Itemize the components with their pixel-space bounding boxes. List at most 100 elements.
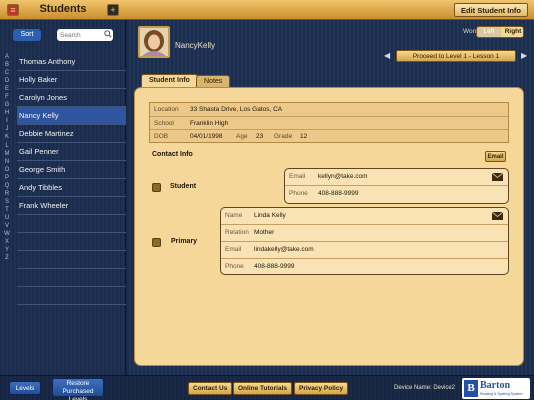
contact-info-title: Contact Info bbox=[152, 151, 193, 158]
school-value: Franklin High bbox=[190, 119, 229, 127]
alphabet-letter[interactable]: L bbox=[2, 142, 12, 150]
grade-label: Grade bbox=[274, 133, 293, 140]
student-contact-box: Email kellyn@take.com Phone 408-888-9999 bbox=[284, 168, 509, 204]
student-list-item[interactable]: Carolyn Jones bbox=[17, 89, 126, 107]
alphabet-letter[interactable]: G bbox=[2, 101, 12, 109]
grade-value: 12 bbox=[300, 133, 308, 140]
hand-toggle[interactable]: Left Right bbox=[476, 26, 524, 38]
school-label: School bbox=[154, 119, 174, 127]
alphabet-letter[interactable]: V bbox=[2, 222, 12, 230]
primary-relation-label: Relation bbox=[225, 229, 249, 236]
alphabet-letter[interactable]: B bbox=[2, 61, 12, 69]
alphabet-letter[interactable]: T bbox=[2, 206, 12, 214]
empty-list-row bbox=[17, 251, 126, 269]
empty-list-row bbox=[17, 287, 126, 305]
alphabet-letter[interactable]: A bbox=[2, 53, 12, 61]
student-list-item[interactable]: Thomas Anthony bbox=[17, 53, 126, 71]
hand-left-option[interactable]: Left bbox=[477, 27, 501, 37]
restore-line-2: Purchased Levels bbox=[62, 388, 94, 400]
device-name: Device Name: Device2 bbox=[394, 385, 456, 391]
location-label: Location bbox=[154, 106, 179, 113]
add-student-icon[interactable]: + bbox=[107, 4, 119, 16]
dob-value: 04/01/1998 bbox=[190, 133, 223, 140]
envelope-icon[interactable] bbox=[492, 212, 503, 220]
alphabet-letter[interactable]: N bbox=[2, 158, 12, 166]
alphabet-letter[interactable]: Q bbox=[2, 182, 12, 190]
alphabet-letter[interactable]: P bbox=[2, 174, 12, 182]
primary-contact-label: Primary bbox=[171, 238, 198, 245]
student-details: Location 33 Shasta Drive, Los Gatos, CA … bbox=[149, 102, 509, 143]
main-panel: NancyKelly Word Left Right ◀ Proceed to … bbox=[127, 20, 534, 375]
student-contact-label: Student bbox=[170, 183, 197, 190]
primary-relation-value: Mother bbox=[254, 229, 275, 236]
online-tutorials-button[interactable]: Online Tutorials bbox=[233, 382, 292, 395]
alphabet-letter[interactable]: E bbox=[2, 85, 12, 93]
student-list-item[interactable]: Frank Wheeler bbox=[17, 197, 126, 215]
alphabet-letter[interactable]: X bbox=[2, 238, 12, 246]
location-value: 33 Shasta Drive, Los Gatos, CA bbox=[190, 106, 283, 113]
privacy-policy-button[interactable]: Privacy Policy bbox=[294, 382, 349, 395]
primary-contact-checkbox[interactable] bbox=[152, 238, 161, 247]
dob-label: DOB bbox=[154, 133, 169, 140]
avatar-photo bbox=[140, 28, 168, 56]
student-info-card: Location 33 Shasta Drive, Los Gatos, CA … bbox=[134, 87, 524, 366]
alphabet-letter[interactable]: M bbox=[2, 150, 12, 158]
restore-purchased-levels-button[interactable]: Restore Purchased Levels bbox=[52, 378, 104, 400]
student-phone-value: 408-888-9999 bbox=[318, 190, 359, 197]
alphabet-letter[interactable]: H bbox=[2, 109, 12, 117]
alphabet-letter[interactable]: R bbox=[2, 190, 12, 198]
primary-phone-label: Phone bbox=[225, 263, 244, 270]
previous-lesson-icon[interactable]: ◀ bbox=[384, 51, 390, 60]
alphabet-index[interactable]: ABCDEFGHIJKLMNOPQRSTUVWXYZ bbox=[2, 53, 12, 262]
logo-title: Barton bbox=[480, 380, 510, 391]
student-contact-checkbox[interactable] bbox=[152, 183, 161, 192]
student-list: Thomas Anthony Holly Baker Carolyn Jones Na… bbox=[17, 53, 126, 305]
alphabet-letter[interactable]: Z bbox=[2, 254, 12, 262]
student-list-item[interactable]: Nancy Kelly bbox=[17, 107, 126, 125]
student-avatar bbox=[138, 26, 170, 58]
student-list-item[interactable]: Andy Tibbles bbox=[17, 179, 126, 197]
alphabet-letter[interactable]: W bbox=[2, 230, 12, 238]
next-lesson-icon[interactable]: ▶ bbox=[521, 51, 527, 60]
primary-email-value: lindakelly@take.com bbox=[254, 246, 314, 253]
age-value: 23 bbox=[256, 133, 264, 140]
student-list-item[interactable]: Gail Penner bbox=[17, 143, 126, 161]
alphabet-letter[interactable]: D bbox=[2, 77, 12, 85]
student-list-item[interactable]: George Smith bbox=[17, 161, 126, 179]
student-email-value: kellyn@take.com bbox=[318, 173, 368, 180]
lesson-nav: ◀ Proceed to Level 1 - Lesson 1 ▶ bbox=[382, 50, 530, 62]
alphabet-letter[interactable]: Y bbox=[2, 246, 12, 254]
sort-button[interactable]: Sort bbox=[13, 29, 41, 41]
student-phone-label: Phone bbox=[289, 190, 308, 197]
student-list-item[interactable]: Holly Baker bbox=[17, 71, 126, 89]
levels-button[interactable]: Levels bbox=[9, 381, 41, 395]
alphabet-letter[interactable]: I bbox=[2, 117, 12, 125]
student-list-item[interactable]: Debbie Martinez bbox=[17, 125, 126, 143]
primary-email-label: Email bbox=[225, 246, 242, 253]
alphabet-letter[interactable]: K bbox=[2, 133, 12, 141]
alphabet-letter[interactable]: S bbox=[2, 198, 12, 206]
hand-right-option[interactable]: Right bbox=[501, 27, 523, 37]
contact-us-button[interactable]: Contact Us bbox=[188, 382, 233, 395]
primary-name-value: Linda Kelly bbox=[254, 212, 286, 219]
age-label: Age bbox=[236, 133, 248, 140]
alphabet-letter[interactable]: U bbox=[2, 214, 12, 222]
envelope-icon[interactable] bbox=[492, 173, 503, 181]
proceed-lesson-button[interactable]: Proceed to Level 1 - Lesson 1 bbox=[396, 50, 516, 62]
tab-student-info[interactable]: Student Info bbox=[141, 74, 198, 87]
logo-subtitle: Reading & Spelling System bbox=[480, 392, 523, 396]
primary-name-label: Name bbox=[225, 212, 243, 219]
alphabet-letter[interactable]: C bbox=[2, 69, 12, 77]
alphabet-letter[interactable]: O bbox=[2, 166, 12, 174]
empty-list-row bbox=[17, 269, 126, 287]
restore-line-1: Restore bbox=[66, 380, 90, 387]
alphabet-letter[interactable]: F bbox=[2, 93, 12, 101]
student-sidebar: Sort ABCDEFGHIJKLMNOPQRSTUVWXYZ Thomas A… bbox=[0, 20, 126, 375]
search-icon bbox=[104, 30, 112, 38]
alphabet-letter[interactable]: J bbox=[2, 125, 12, 133]
primary-phone-value: 408-888-9999 bbox=[254, 263, 295, 270]
edit-student-info-button[interactable]: Edit Student Info bbox=[454, 3, 528, 17]
email-button[interactable]: Email bbox=[485, 151, 506, 162]
student-email-label: Email bbox=[289, 173, 306, 180]
top-bar: ≡ Students + Edit Student Info bbox=[0, 0, 534, 20]
